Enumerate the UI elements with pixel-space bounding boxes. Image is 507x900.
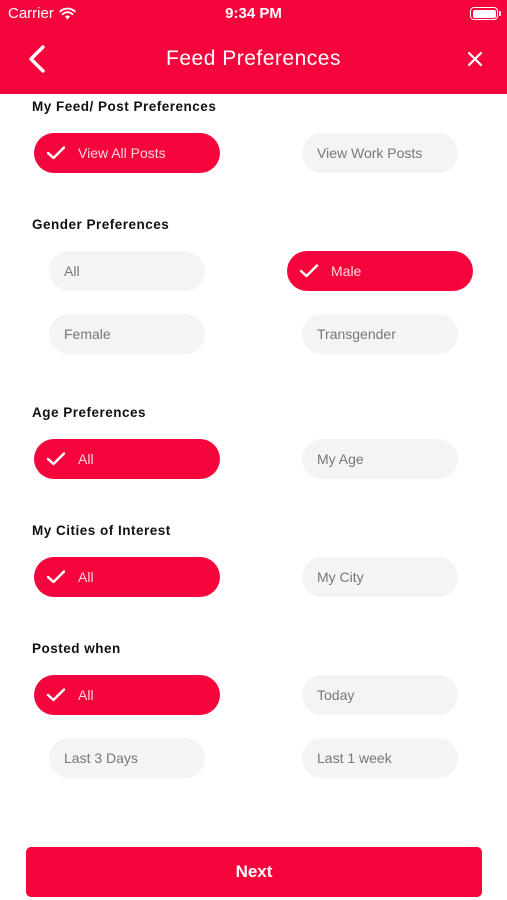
option-label: View Work Posts bbox=[317, 145, 423, 161]
option-gender-male[interactable]: Male bbox=[287, 251, 473, 291]
section-title-posted-when: Posted when bbox=[32, 641, 121, 656]
option-my-age[interactable]: My Age bbox=[302, 439, 458, 479]
option-label: View All Posts bbox=[78, 145, 166, 161]
option-age-all[interactable]: All bbox=[34, 439, 220, 479]
option-gender-all[interactable]: All bbox=[49, 251, 205, 291]
checkmark-icon bbox=[46, 685, 66, 705]
battery-icon bbox=[470, 7, 501, 20]
close-button[interactable] bbox=[461, 45, 489, 73]
option-label: Today bbox=[317, 687, 355, 703]
option-label: Last 3 Days bbox=[64, 750, 138, 766]
checkmark-icon bbox=[299, 261, 319, 281]
option-label: All bbox=[64, 263, 80, 279]
option-posted-today[interactable]: Today bbox=[302, 675, 458, 715]
option-label: All bbox=[78, 687, 94, 703]
option-view-all-posts[interactable]: View All Posts bbox=[34, 133, 220, 173]
page-title: Feed Preferences bbox=[166, 47, 341, 70]
option-label: My City bbox=[317, 569, 364, 585]
option-posted-last-3-days[interactable]: Last 3 Days bbox=[49, 738, 205, 778]
option-gender-transgender[interactable]: Transgender bbox=[302, 314, 458, 354]
section-title-feed: My Feed/ Post Preferences bbox=[32, 99, 217, 114]
option-label: Transgender bbox=[317, 326, 396, 342]
option-my-city[interactable]: My City bbox=[302, 557, 458, 597]
option-label: Female bbox=[64, 326, 111, 342]
option-label: Last 1 week bbox=[317, 750, 392, 766]
option-cities-all[interactable]: All bbox=[34, 557, 220, 597]
checkmark-icon bbox=[46, 567, 66, 587]
option-view-work-posts[interactable]: View Work Posts bbox=[302, 133, 458, 173]
app-header: Carrier 9:34 PM Feed Preferences bbox=[0, 0, 507, 94]
checkmark-icon bbox=[46, 143, 66, 163]
option-gender-female[interactable]: Female bbox=[49, 314, 205, 354]
next-button[interactable]: Next bbox=[26, 847, 482, 897]
option-label: All bbox=[78, 451, 94, 467]
section-title-age: Age Preferences bbox=[32, 405, 147, 420]
status-time: 9:34 PM bbox=[225, 5, 282, 22]
section-title-cities: My Cities of Interest bbox=[32, 523, 171, 538]
option-label: My Age bbox=[317, 451, 364, 467]
option-posted-all[interactable]: All bbox=[34, 675, 220, 715]
option-posted-last-1-week[interactable]: Last 1 week bbox=[302, 738, 458, 778]
status-bar: Carrier 9:34 PM bbox=[0, 0, 507, 28]
checkmark-icon bbox=[46, 449, 66, 469]
close-icon bbox=[467, 51, 483, 67]
option-label: Male bbox=[331, 263, 362, 279]
option-label: All bbox=[78, 569, 94, 585]
section-title-gender: Gender Preferences bbox=[32, 217, 170, 232]
